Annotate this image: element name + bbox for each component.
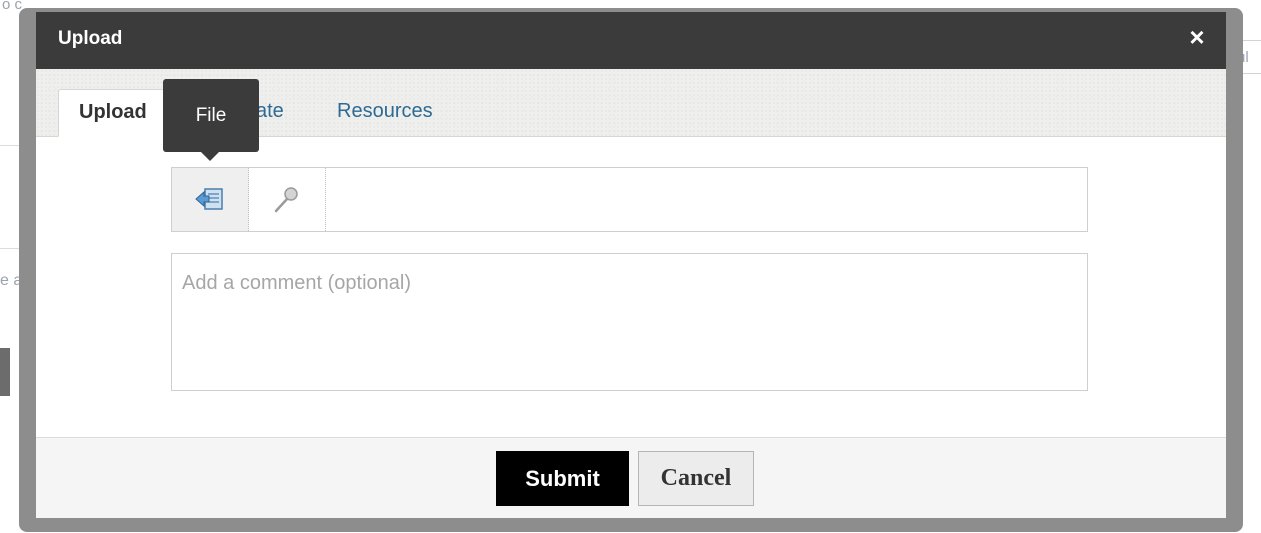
upload-dialog: Upload × Upload ate Resources File Add a… bbox=[36, 12, 1226, 518]
audio-record-button[interactable] bbox=[249, 168, 326, 231]
file-upload-icon bbox=[195, 188, 223, 210]
cancel-button[interactable]: Cancel bbox=[638, 451, 754, 506]
file-tooltip: File bbox=[163, 79, 259, 152]
tooltip-arrow bbox=[201, 152, 219, 161]
screen: o c e a Sul Upload × Upload ate Resource… bbox=[0, 0, 1261, 533]
dialog-footer: Submit Cancel bbox=[36, 437, 1226, 518]
tab-create[interactable]: ate bbox=[256, 89, 284, 137]
tab-resources[interactable]: Resources bbox=[337, 89, 433, 137]
dialog-title: Upload bbox=[58, 28, 123, 49]
background-block bbox=[0, 348, 10, 396]
file-upload-button[interactable] bbox=[172, 168, 249, 231]
close-icon[interactable]: × bbox=[1182, 22, 1212, 52]
background-text-fragment: o c bbox=[2, 0, 23, 13]
microphone-icon bbox=[274, 187, 298, 213]
comment-textarea[interactable] bbox=[171, 253, 1088, 391]
submit-button[interactable]: Submit bbox=[496, 451, 629, 506]
media-toolbar bbox=[171, 167, 1088, 232]
dialog-titlebar: Upload × bbox=[36, 12, 1226, 69]
